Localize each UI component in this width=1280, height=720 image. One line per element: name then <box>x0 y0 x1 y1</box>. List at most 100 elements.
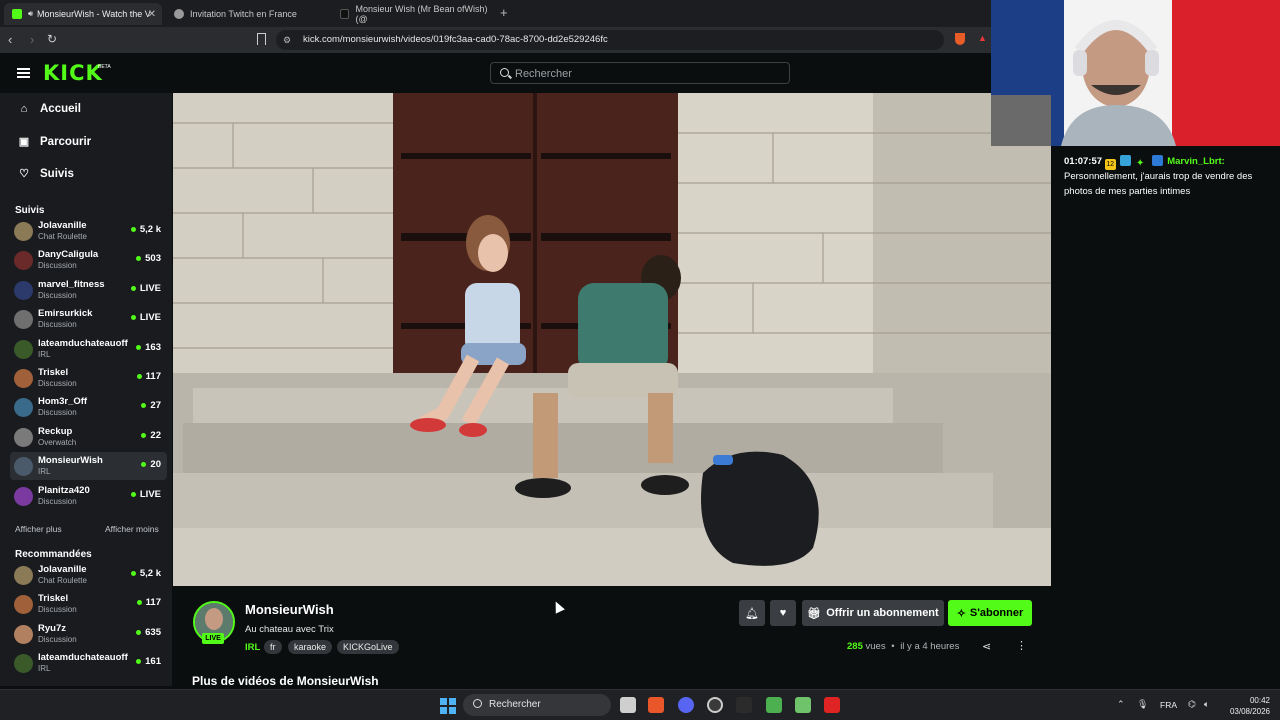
back-icon[interactable]: ‹ <box>8 32 12 47</box>
url-text[interactable]: kick.com/monsieurwish/videos/019fc3aa-ca… <box>303 34 608 45</box>
video-title: Au chateau avec Trix <box>245 624 334 635</box>
channel-name: Jolavanille <box>38 220 87 231</box>
streamer-name[interactable]: MonsieurWish <box>245 602 334 617</box>
channel-item[interactable]: lateamduchateauoff IRL 163 <box>10 335 167 363</box>
channel-avatar <box>14 222 33 241</box>
channel-name: Triskel <box>38 367 69 378</box>
reload-icon[interactable]: ↻ <box>47 32 57 46</box>
channel-item[interactable]: MonsieurWish IRL 20 <box>10 452 167 481</box>
kick-logo[interactable]: KICK <box>43 61 103 85</box>
viewer-count-text: 503 <box>145 253 161 265</box>
channel-category: Discussion <box>38 379 77 388</box>
channel-item[interactable]: Triskel Discussion 117 <box>10 590 167 618</box>
webcam-image <box>991 0 1280 146</box>
tab-tiktok[interactable]: Monsieur Wish (Mr Bean ofWish) (@ <box>332 3 492 25</box>
category-link[interactable]: IRL <box>245 642 260 653</box>
viewer-count: 22 <box>141 430 161 441</box>
tag-karaoke[interactable]: karaoke <box>288 640 333 654</box>
live-dot-icon <box>130 571 136 576</box>
nav-label: Parcourir <box>40 135 92 148</box>
channel-item[interactable]: Jolavanille Chat Roulette 5,2 k <box>10 217 167 245</box>
channel-item[interactable]: DanyCaligula Discussion 503 <box>10 246 167 274</box>
language-indicator[interactable]: FRA <box>1160 700 1177 710</box>
video-player[interactable] <box>173 93 1051 586</box>
video-info: LIVE MonsieurWish Au chateau avec Trix I… <box>173 586 1051 688</box>
following-section-title: Suivis <box>15 205 45 216</box>
discord-app-icon[interactable] <box>678 697 694 713</box>
tab-title: Invitation Twitch en France <box>190 9 297 19</box>
live-dot-icon <box>141 403 147 409</box>
share-icon[interactable]: ⋖ <box>982 640 991 653</box>
brave-shield-icon[interactable] <box>955 33 965 45</box>
channel-item[interactable]: lateamduchateauoff IRL 161 <box>10 649 167 677</box>
nav-following[interactable]: ♡ Suivis <box>18 167 74 181</box>
channel-item[interactable]: Emirsurkick Discussion LIVE <box>10 305 167 333</box>
subscribe-button[interactable]: ✧ S'abonner <box>948 600 1032 626</box>
channel-item[interactable]: marvel_fitness Discussion LIVE <box>10 276 167 304</box>
nav-home[interactable]: ⌂ Accueil <box>18 103 81 115</box>
taskbar-search-label: Rechercher <box>489 699 541 710</box>
chat-username[interactable]: Marvin_Lbrt: <box>1167 156 1225 167</box>
site-info-icon[interactable]: ⚙ <box>283 35 291 46</box>
network-icon[interactable]: ⌬ <box>1188 699 1196 710</box>
rewards-icon[interactable]: ▲ <box>978 33 987 43</box>
taskbar-search[interactable]: Rechercher <box>463 694 611 716</box>
task-view-icon[interactable] <box>620 697 636 713</box>
viewer-count-text: 22 <box>150 429 161 441</box>
channel-name: DanyCaligula <box>38 249 99 261</box>
volume-icon[interactable]: 🔈︎ <box>1204 699 1209 710</box>
tray-chevron-icon[interactable]: ⌃ <box>1117 699 1125 710</box>
chat-message: 01:07:57 12 ✦ Marvin_Lbrt: Personnelleme… <box>1064 155 1269 199</box>
viewer-count: LIVE <box>130 312 161 323</box>
spreadsheet-app-icon[interactable] <box>766 697 782 713</box>
channel-item[interactable]: Hom3r_Off Discussion 27 <box>10 393 167 421</box>
show-more-link[interactable]: Afficher plus <box>15 524 62 534</box>
more-options-icon[interactable]: ⋮ <box>1016 639 1027 652</box>
channel-item[interactable]: Ryu7z Discussion 635 <box>10 620 167 648</box>
taskbar-clock[interactable]: 00:42 03/08/2026 <box>1226 695 1270 717</box>
channel-avatar <box>14 566 33 585</box>
channel-item[interactable]: Triskel Discussion 117 <box>10 364 167 392</box>
viewer-count: 27 <box>141 400 161 411</box>
search-input[interactable]: Rechercher <box>490 62 790 84</box>
tab-invitation-twitch[interactable]: Invitation Twitch en France <box>166 3 326 25</box>
chat-timestamp: 01:07:57 <box>1064 156 1103 167</box>
channel-category: IRL <box>38 664 51 674</box>
youtube-app-icon[interactable] <box>824 697 840 713</box>
channel-name: Planitza420 <box>38 484 90 496</box>
notification-button[interactable]: 🔔︎ <box>739 600 765 626</box>
bookmark-icon[interactable] <box>257 33 266 45</box>
search-icon <box>473 699 482 708</box>
webcam-overlay <box>991 0 1280 146</box>
more-videos-title: Plus de vidéos de MonsieurWish <box>192 674 379 688</box>
live-dot-icon <box>136 374 142 379</box>
viewer-count-text: 635 <box>145 626 161 638</box>
channel-category: Discussion <box>38 634 77 644</box>
brave-app-icon[interactable] <box>648 697 664 713</box>
bluestacks-app-icon[interactable] <box>795 697 811 713</box>
tag-kickgolive[interactable]: KICKGoLive <box>337 640 399 654</box>
tag-fr[interactable]: fr <box>264 640 282 654</box>
channel-name: Hom3r_Off <box>38 396 88 408</box>
show-less-link[interactable]: Afficher moins <box>105 524 159 534</box>
gift-subscription-button[interactable]: 🎁︎ Offrir un abonnement <box>802 600 944 626</box>
obs-app-icon[interactable] <box>707 697 723 713</box>
forward-icon[interactable]: › <box>30 32 34 47</box>
menu-icon[interactable] <box>17 68 30 78</box>
viewer-count: 635 <box>136 627 161 638</box>
play-app-icon[interactable] <box>736 697 752 713</box>
channel-avatar <box>14 654 33 674</box>
close-tab-icon[interactable]: ✕ <box>148 9 156 20</box>
chat-text: Personnellement, j'aurais trop de vendre… <box>1064 171 1253 197</box>
tab-monsieurwish[interactable]: 🔊︎ MonsieurWish - Watch the V ✕ <box>4 3 162 25</box>
nav-browse[interactable]: ▣ Parcourir <box>18 135 92 149</box>
microphone-icon[interactable]: 🎙︎ <box>1137 699 1148 710</box>
channel-item[interactable]: Reckup Overwatch 22 <box>10 423 167 451</box>
viewer-count: 5,2 k <box>130 224 161 235</box>
channel-item[interactable]: Planitza420 Discussion LIVE <box>10 482 167 510</box>
new-tab-icon[interactable]: + <box>500 5 508 20</box>
live-dot-icon <box>136 344 142 350</box>
windows-start-icon[interactable] <box>440 698 456 714</box>
channel-item[interactable]: Jolavanille Chat Roulette 5,2 k <box>10 561 167 589</box>
follow-button[interactable]: ♥ <box>770 600 796 626</box>
